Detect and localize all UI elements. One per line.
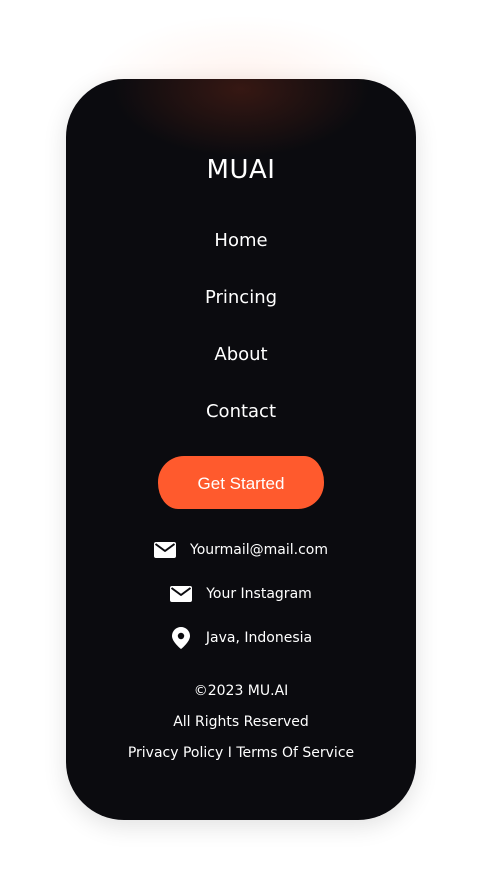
brand-logo[interactable]: MUAI [66, 153, 416, 187]
terms-of-service-link[interactable]: Terms Of Service [236, 745, 354, 761]
nav-item-about[interactable]: About [66, 343, 416, 367]
mail-icon [170, 583, 193, 605]
contact-email-row[interactable]: Yourmail@mail.com [66, 539, 416, 561]
nav-item-pricing[interactable]: Princing [66, 286, 416, 310]
contact-instagram-text: Your Instagram [206, 586, 312, 602]
contact-location-row: Java, Indonesia [66, 627, 416, 649]
nav-item-home[interactable]: Home [66, 229, 416, 253]
privacy-policy-link[interactable]: Privacy Policy [128, 745, 223, 761]
contact-email-text: Yourmail@mail.com [190, 542, 328, 558]
copyright-text: ©2023 MU.AI [193, 683, 289, 699]
legal-links: Privacy Policy I Terms Of Service [66, 744, 416, 762]
legal-separator: I [227, 745, 232, 761]
page-background: MUAI Home Princing About Contact Get Sta… [0, 0, 482, 870]
mail-icon [154, 539, 176, 561]
nav-item-contact[interactable]: Contact [66, 400, 416, 424]
contact-location-text: Java, Indonesia [205, 630, 313, 646]
location-pin-icon [170, 627, 192, 649]
mobile-menu-panel: MUAI Home Princing About Contact Get Sta… [66, 79, 416, 820]
contact-instagram-row[interactable]: Your Instagram [66, 583, 416, 605]
get-started-button[interactable]: Get Started [158, 456, 324, 509]
rights-text: All Rights Reserved [173, 714, 309, 730]
